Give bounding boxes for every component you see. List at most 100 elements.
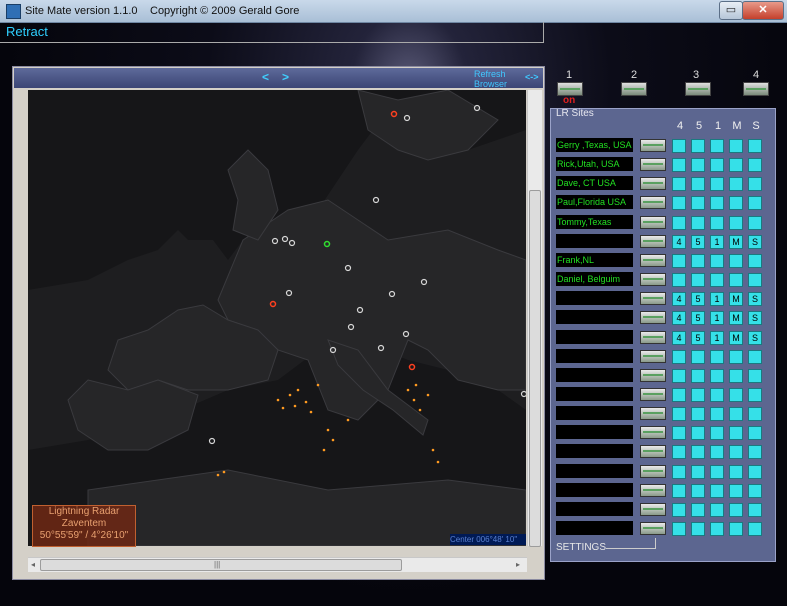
site-toggle-button[interactable] bbox=[640, 196, 666, 209]
site-name-field[interactable] bbox=[556, 444, 633, 458]
site-toggle-button[interactable] bbox=[640, 235, 666, 248]
site-channel-checkbox[interactable] bbox=[710, 388, 724, 402]
site-toggle-button[interactable] bbox=[640, 177, 666, 190]
site-channel-checkbox[interactable] bbox=[729, 388, 743, 402]
site-channel-checkbox[interactable] bbox=[710, 158, 724, 172]
site-channel-checkbox[interactable] bbox=[691, 407, 705, 421]
site-channel-checkbox[interactable] bbox=[672, 503, 686, 517]
site-channel-checkbox[interactable] bbox=[672, 196, 686, 210]
site-channel-checkbox[interactable] bbox=[729, 196, 743, 210]
site-toggle-button[interactable] bbox=[640, 158, 666, 171]
site-name-field[interactable] bbox=[556, 425, 633, 439]
scroll-left-icon[interactable]: ◂ bbox=[31, 560, 35, 569]
site-name-field[interactable]: Dave, CT USA bbox=[556, 176, 633, 190]
lightning-map[interactable] bbox=[28, 90, 526, 546]
site-channel-checkbox[interactable]: M bbox=[729, 292, 743, 306]
site-channel-checkbox[interactable] bbox=[691, 177, 705, 191]
site-channel-checkbox[interactable] bbox=[672, 484, 686, 498]
site-channel-checkbox[interactable] bbox=[710, 216, 724, 230]
site-name-field[interactable] bbox=[556, 502, 633, 516]
site-channel-checkbox[interactable] bbox=[748, 445, 762, 459]
site-channel-checkbox[interactable] bbox=[729, 445, 743, 459]
site-toggle-button[interactable] bbox=[640, 350, 666, 363]
site-channel-checkbox[interactable] bbox=[710, 350, 724, 364]
site-channel-checkbox[interactable] bbox=[729, 273, 743, 287]
site-channel-checkbox[interactable]: 4 bbox=[672, 331, 686, 345]
site-channel-checkbox[interactable]: 1 bbox=[710, 331, 724, 345]
site-toggle-button[interactable] bbox=[640, 369, 666, 382]
site-channel-checkbox[interactable] bbox=[691, 388, 705, 402]
site-channel-checkbox[interactable] bbox=[691, 158, 705, 172]
site-toggle-button[interactable] bbox=[640, 273, 666, 286]
site-channel-checkbox[interactable] bbox=[672, 158, 686, 172]
site-channel-checkbox[interactable] bbox=[691, 426, 705, 440]
site-channel-checkbox[interactable] bbox=[748, 139, 762, 153]
site-channel-checkbox[interactable] bbox=[748, 158, 762, 172]
site-channel-checkbox[interactable] bbox=[748, 522, 762, 536]
site-channel-checkbox[interactable]: 4 bbox=[672, 235, 686, 249]
site-channel-checkbox[interactable]: S bbox=[748, 235, 762, 249]
site-channel-checkbox[interactable] bbox=[710, 503, 724, 517]
site-channel-checkbox[interactable]: M bbox=[729, 311, 743, 325]
site-channel-checkbox[interactable] bbox=[691, 484, 705, 498]
site-channel-checkbox[interactable]: S bbox=[748, 292, 762, 306]
site-channel-checkbox[interactable] bbox=[672, 426, 686, 440]
site-channel-checkbox[interactable] bbox=[748, 350, 762, 364]
site-channel-checkbox[interactable] bbox=[672, 465, 686, 479]
site-toggle-button[interactable] bbox=[640, 388, 666, 401]
site-name-field[interactable]: Tommy,Texas bbox=[556, 215, 633, 229]
site-channel-checkbox[interactable] bbox=[748, 388, 762, 402]
site-name-field[interactable] bbox=[556, 368, 633, 382]
site-channel-checkbox[interactable] bbox=[729, 484, 743, 498]
site-name-field[interactable]: Frank,NL bbox=[556, 253, 633, 267]
site-name-field[interactable] bbox=[556, 330, 633, 344]
settings-button[interactable]: SETTINGS bbox=[556, 542, 606, 553]
site-channel-checkbox[interactable] bbox=[672, 350, 686, 364]
site-channel-checkbox[interactable] bbox=[710, 139, 724, 153]
site-channel-checkbox[interactable] bbox=[710, 445, 724, 459]
channel-4-button[interactable] bbox=[743, 82, 769, 96]
site-channel-checkbox[interactable] bbox=[672, 177, 686, 191]
site-channel-checkbox[interactable] bbox=[691, 216, 705, 230]
site-channel-checkbox[interactable] bbox=[729, 350, 743, 364]
site-channel-checkbox[interactable]: 1 bbox=[710, 311, 724, 325]
site-toggle-button[interactable] bbox=[640, 311, 666, 324]
site-channel-checkbox[interactable] bbox=[748, 216, 762, 230]
site-channel-checkbox[interactable]: 4 bbox=[672, 311, 686, 325]
site-name-field[interactable] bbox=[556, 406, 633, 420]
site-channel-checkbox[interactable]: 1 bbox=[710, 292, 724, 306]
site-channel-checkbox[interactable] bbox=[672, 407, 686, 421]
site-toggle-button[interactable] bbox=[640, 292, 666, 305]
site-channel-checkbox[interactable]: M bbox=[729, 331, 743, 345]
site-channel-checkbox[interactable] bbox=[729, 426, 743, 440]
site-channel-checkbox[interactable] bbox=[691, 273, 705, 287]
site-channel-checkbox[interactable] bbox=[729, 369, 743, 383]
forward-button[interactable]: > bbox=[282, 70, 289, 84]
site-channel-checkbox[interactable]: 5 bbox=[691, 292, 705, 306]
restore-button[interactable]: ▭ bbox=[719, 1, 743, 20]
site-channel-checkbox[interactable] bbox=[672, 216, 686, 230]
site-channel-checkbox[interactable] bbox=[748, 426, 762, 440]
site-channel-checkbox[interactable] bbox=[710, 273, 724, 287]
site-channel-checkbox[interactable] bbox=[672, 369, 686, 383]
site-channel-checkbox[interactable] bbox=[748, 484, 762, 498]
site-name-field[interactable] bbox=[556, 291, 633, 305]
site-channel-checkbox[interactable] bbox=[729, 158, 743, 172]
site-channel-checkbox[interactable] bbox=[748, 196, 762, 210]
site-channel-checkbox[interactable]: 5 bbox=[691, 331, 705, 345]
site-channel-checkbox[interactable] bbox=[710, 196, 724, 210]
site-channel-checkbox[interactable] bbox=[691, 139, 705, 153]
horizontal-scroll-thumb[interactable] bbox=[40, 559, 402, 571]
site-channel-checkbox[interactable]: S bbox=[748, 311, 762, 325]
site-channel-checkbox[interactable] bbox=[729, 139, 743, 153]
site-channel-checkbox[interactable]: 1 bbox=[710, 235, 724, 249]
site-channel-checkbox[interactable] bbox=[748, 407, 762, 421]
site-toggle-button[interactable] bbox=[640, 139, 666, 152]
site-channel-checkbox[interactable] bbox=[729, 216, 743, 230]
site-toggle-button[interactable] bbox=[640, 331, 666, 344]
channel-3-button[interactable] bbox=[685, 82, 711, 96]
site-channel-checkbox[interactable] bbox=[691, 445, 705, 459]
site-toggle-button[interactable] bbox=[640, 503, 666, 516]
site-channel-checkbox[interactable] bbox=[672, 254, 686, 268]
site-channel-checkbox[interactable] bbox=[710, 426, 724, 440]
